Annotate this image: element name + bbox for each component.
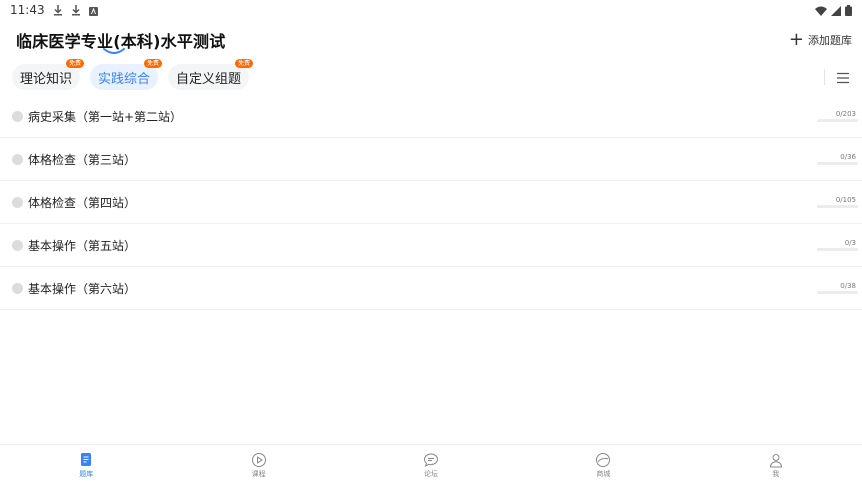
progress-count: 0/105 — [835, 196, 856, 204]
add-question-bank-button[interactable]: + 添加题库 — [789, 31, 852, 49]
chat-bubble-icon — [423, 452, 439, 468]
list-item[interactable]: 体格检查（第三站） 0/36 — [0, 138, 862, 181]
list-item[interactable]: 基本操作（第五站） 0/3 — [0, 224, 862, 267]
progress-count: 0/38 — [840, 282, 856, 290]
tab-theory[interactable]: 理论知识 免费 — [12, 59, 85, 90]
chapter-title: 体格检查（第三站） — [28, 152, 137, 167]
question-bank-icon — [78, 452, 94, 468]
chapter-title: 基本操作（第五站） — [28, 238, 137, 253]
nav-shop[interactable]: 商城 — [517, 445, 689, 485]
download-icon — [71, 1, 81, 20]
nav-label: 课程 — [251, 469, 266, 478]
status-bar: 11:43 — [0, 0, 862, 20]
wifi-icon — [815, 1, 827, 20]
progress-bar — [817, 119, 858, 122]
tab-label: 实践综合 — [98, 71, 151, 87]
tab-divider — [824, 69, 825, 85]
signal-icon — [831, 1, 841, 20]
play-circle-icon — [251, 452, 267, 468]
download-icon — [53, 1, 63, 20]
battery-icon — [845, 1, 852, 20]
app-header: 临床医学专业(本科)水平测试 + 添加题库 — [0, 22, 862, 58]
free-badge: 免费 — [66, 59, 85, 68]
shop-icon — [595, 452, 611, 468]
progress-count: 0/36 — [840, 153, 856, 161]
nav-forum[interactable]: 论坛 — [345, 445, 517, 485]
user-icon — [768, 452, 784, 468]
status-dot-icon — [12, 239, 23, 251]
tab-custom-quiz[interactable]: 自定义组题 免费 — [168, 59, 254, 90]
free-badge: 免费 — [235, 59, 254, 68]
status-dot-icon — [12, 282, 23, 294]
tab-practice[interactable]: 实践综合 免费 — [90, 59, 163, 90]
status-dot-icon — [12, 196, 23, 208]
nav-question-bank[interactable]: 题库 — [0, 445, 172, 485]
free-badge: 免费 — [144, 59, 163, 68]
plus-icon: + — [788, 29, 804, 50]
progress-bar — [817, 205, 858, 208]
progress-bar — [817, 162, 858, 165]
nav-label: 我 — [772, 469, 780, 478]
list-item[interactable]: 基本操作（第六站） 0/38 — [0, 267, 862, 310]
loading-spinner-icon — [103, 41, 125, 60]
status-time: 11:43 — [10, 3, 45, 17]
list-item[interactable]: 病史采集（第一站+第二站） 0/203 — [0, 95, 862, 138]
nav-courses[interactable]: 课程 — [172, 445, 344, 485]
bottom-nav: 题库 课程 论坛 商城 我 — [0, 444, 862, 485]
progress-bar — [817, 248, 858, 251]
nav-label: 题库 — [79, 469, 94, 478]
add-question-bank-label: 添加题库 — [808, 34, 852, 47]
menu-icon[interactable] — [836, 70, 850, 84]
nav-me[interactable]: 我 — [690, 445, 862, 485]
category-tabs: 理论知识 免费 实践综合 免费 自定义组题 免费 — [0, 59, 862, 93]
status-dot-icon — [12, 153, 23, 165]
nav-label: 论坛 — [424, 469, 439, 478]
tab-label: 理论知识 — [20, 71, 73, 87]
list-item[interactable]: 体格检查（第四站） 0/105 — [0, 181, 862, 224]
chapter-title: 病史采集（第一站+第二站） — [28, 109, 183, 124]
progress-count: 0/3 — [844, 239, 856, 247]
status-dot-icon — [12, 110, 23, 122]
progress-count: 0/203 — [835, 110, 856, 118]
chapter-list: 病史采集（第一站+第二站） 0/203 体格检查（第三站） 0/36 体格检查（… — [0, 95, 862, 310]
tab-label: 自定义组题 — [176, 71, 242, 87]
app-notification-icon — [88, 1, 98, 20]
progress-bar — [817, 291, 858, 294]
chapter-title: 体格检查（第四站） — [28, 195, 137, 210]
nav-label: 商城 — [596, 469, 611, 478]
chapter-title: 基本操作（第六站） — [28, 281, 137, 296]
